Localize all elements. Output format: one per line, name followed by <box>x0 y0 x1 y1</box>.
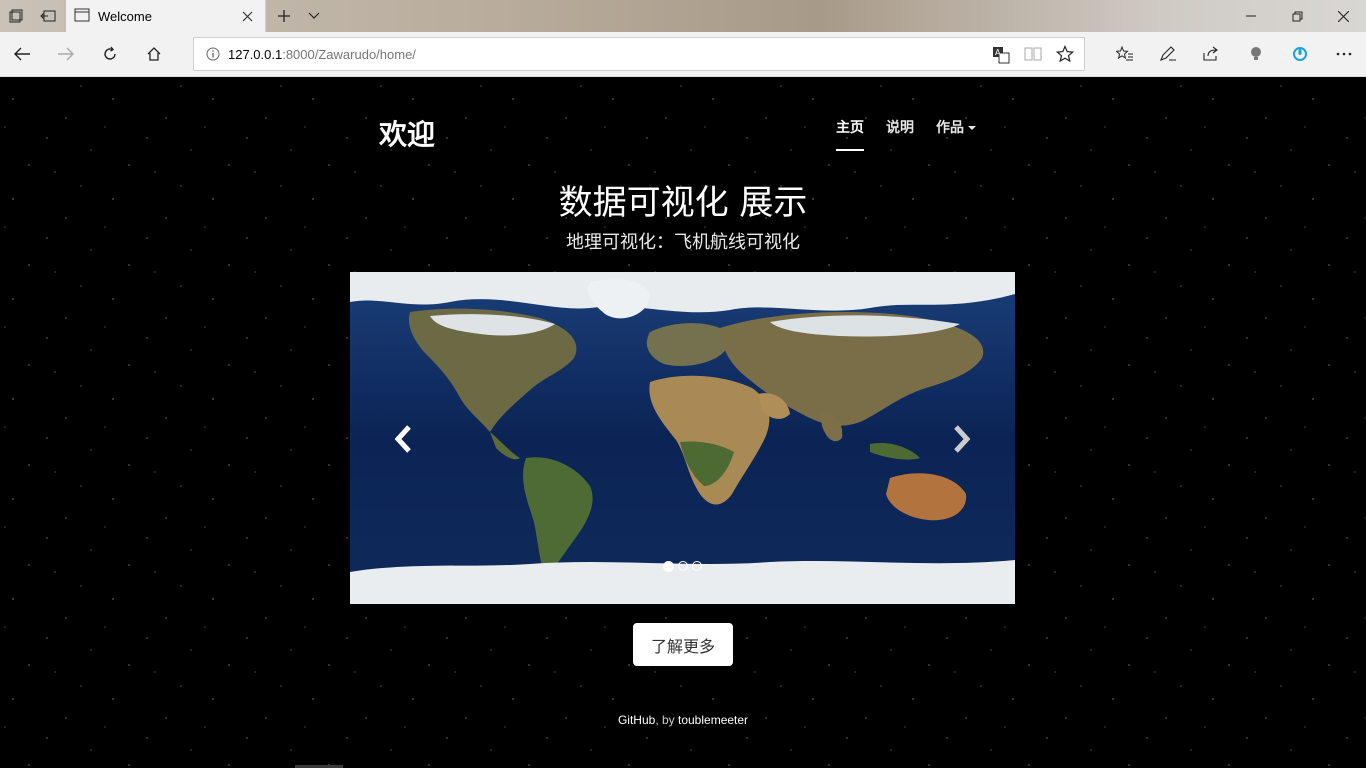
footer-author-link[interactable]: toublemeeter <box>678 713 748 727</box>
site-nav: 主页 说明 作品 <box>836 117 998 151</box>
tab-welcome[interactable]: Welcome <box>66 0 266 33</box>
world-map-image <box>350 272 1015 604</box>
footer-github-link[interactable]: GitHub <box>618 713 655 727</box>
favorites-icon[interactable] <box>1103 32 1147 76</box>
browser-titlebar: Welcome <box>0 0 1366 33</box>
carousel-dot[interactable] <box>678 561 688 571</box>
address-bar[interactable]: 127.0.0.1:8000/Zawarudo/home/ A <box>193 37 1085 71</box>
pen-icon[interactable] <box>1146 32 1190 76</box>
chevron-down-icon[interactable] <box>298 0 330 32</box>
url-text: 127.0.0.1:8000/Zawarudo/home/ <box>228 47 416 62</box>
browser-toolbar: 127.0.0.1:8000/Zawarudo/home/ A <box>0 32 1366 77</box>
nav-item-home[interactable]: 主页 <box>836 117 864 151</box>
nav-item-works-label: 作品 <box>936 120 964 136</box>
tab-list-icon[interactable] <box>0 0 32 32</box>
url-host: 127.0.0.1 <box>228 46 283 62</box>
carousel-dot[interactable] <box>663 561 674 572</box>
carousel-next-icon[interactable] <box>947 422 977 456</box>
page-content: 欢迎 主页 说明 作品 数据可视化 展示 地理可视化：飞机航线可视化 了解更多 … <box>0 77 1366 768</box>
refresh-icon[interactable] <box>88 32 132 76</box>
star-icon[interactable] <box>1055 44 1075 67</box>
tips-icon[interactable] <box>1234 32 1278 76</box>
new-tab-icon[interactable] <box>268 0 300 32</box>
caret-down-icon <box>968 126 976 130</box>
carousel-indicators <box>350 561 1015 572</box>
set-aside-tabs-icon[interactable] <box>32 0 64 32</box>
minimize-icon[interactable] <box>1228 0 1274 32</box>
carousel-prev-icon[interactable] <box>388 422 418 456</box>
info-icon[interactable] <box>206 47 220 61</box>
extension-icon[interactable] <box>1278 32 1322 76</box>
page-subheadline: 地理可视化：飞机航线可视化 <box>566 232 800 253</box>
learn-more-button[interactable]: 了解更多 <box>633 623 733 666</box>
footer-by-text: , by <box>655 713 678 727</box>
back-icon[interactable] <box>0 32 44 76</box>
home-icon[interactable] <box>132 32 176 76</box>
translate-icon[interactable]: A <box>992 46 1010 68</box>
close-icon[interactable] <box>235 5 259 29</box>
site-brand[interactable]: 欢迎 <box>379 113 435 153</box>
carousel-dot[interactable] <box>692 561 702 571</box>
window-close-icon[interactable] <box>1320 0 1366 32</box>
restore-icon[interactable] <box>1274 0 1320 32</box>
image-carousel[interactable] <box>350 272 1015 604</box>
svg-text:A: A <box>995 48 1001 57</box>
footer: GitHub, by toublemeeter <box>0 713 1366 727</box>
url-path: :8000/Zawarudo/home/ <box>282 46 416 62</box>
nav-item-about[interactable]: 说明 <box>886 117 914 151</box>
page-headline: 数据可视化 展示 <box>558 183 808 223</box>
reading-view-icon[interactable] <box>1024 46 1042 66</box>
tab-title: Welcome <box>98 9 152 24</box>
more-icon[interactable] <box>1322 32 1366 76</box>
share-icon[interactable] <box>1189 32 1233 76</box>
forward-icon[interactable] <box>44 32 88 76</box>
nav-item-works[interactable]: 作品 <box>936 117 976 151</box>
page-icon <box>74 7 90 26</box>
